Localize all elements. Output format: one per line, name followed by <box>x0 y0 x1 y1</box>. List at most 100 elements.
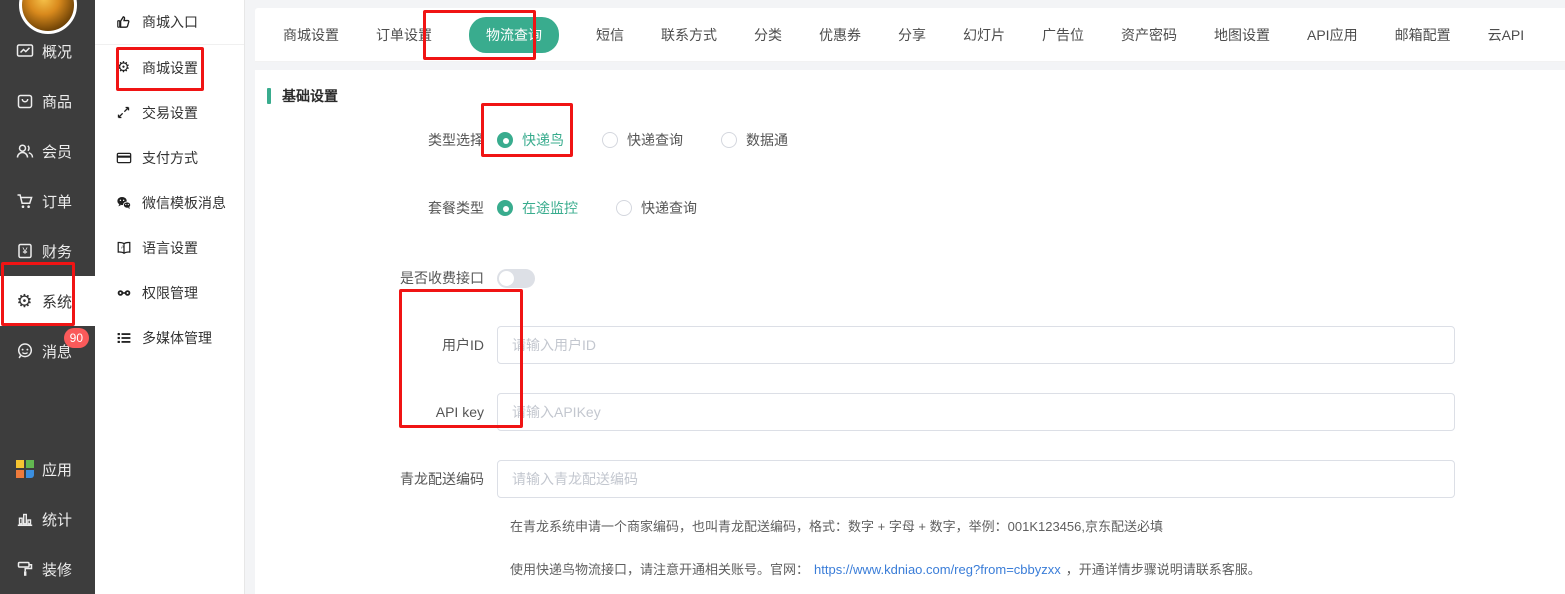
menu-item-mall-settings[interactable]: ⚙ 商城设置 <box>95 45 244 90</box>
tab-sms[interactable]: 短信 <box>596 25 624 45</box>
menu-item-permissions[interactable]: 权限管理 <box>95 270 244 315</box>
tab-coupon[interactable]: 优惠券 <box>819 25 861 45</box>
menu-item-wechat-template[interactable]: 微信模板消息 <box>95 180 244 225</box>
list-icon <box>115 329 132 346</box>
menu-item-trade-settings[interactable]: 交易设置 <box>95 90 244 135</box>
charge-toggle-row: 是否收费接口 <box>267 268 1565 288</box>
radio-unchecked-icon[interactable] <box>721 132 737 148</box>
type-select-label: 类型选择 <box>267 130 497 150</box>
sidebar-item-goods[interactable]: 商品 <box>0 76 95 126</box>
arrows-icon <box>115 104 132 121</box>
tab-order-settings[interactable]: 订单设置 <box>376 25 432 45</box>
menu-item-media[interactable]: 多媒体管理 <box>95 315 244 360</box>
kdniao-help-prefix: 使用快递鸟物流接口，请注意开通相关账号。官网： <box>510 562 809 577</box>
radio-option-in-transit[interactable]: 在途监控 <box>497 198 578 218</box>
tab-share[interactable]: 分享 <box>898 25 926 45</box>
sidebar-item-members[interactable]: 会员 <box>0 126 95 176</box>
type-select-options: 快递鸟 快递查询 数据通 <box>497 130 788 150</box>
radio-unchecked-icon[interactable] <box>602 132 618 148</box>
toggle-knob <box>499 271 514 286</box>
members-icon <box>15 142 34 161</box>
sidebar-spacer <box>0 376 95 444</box>
message-count-badge: 90 <box>64 328 89 348</box>
main-area: 商城设置 订单设置 物流查询 短信 联系方式 分类 优惠券 分享 幻灯片 广告位… <box>245 0 1565 594</box>
avatar-block <box>0 0 95 26</box>
qinglong-code-label: 青龙配送编码 <box>267 469 497 489</box>
menu-item-payment-methods[interactable]: 支付方式 <box>95 135 244 180</box>
menu-item-label: 语言设置 <box>142 238 198 258</box>
tab-category[interactable]: 分类 <box>754 25 782 45</box>
menu-item-mall-entrance[interactable]: 商城入口 <box>95 0 244 45</box>
sidebar-item-label: 财务 <box>42 241 72 262</box>
api-key-input[interactable] <box>497 393 1455 431</box>
menu-item-label: 商城入口 <box>142 12 198 32</box>
sidebar-item-label: 概况 <box>42 41 72 62</box>
package-type-label: 套餐类型 <box>267 198 497 218</box>
radio-option-label: 快递查询 <box>627 130 683 150</box>
sidebar-item-finance[interactable]: ¥ 财务 <box>0 226 95 276</box>
secondary-sidebar: 商城入口 ⚙ 商城设置 交易设置 支付方式 微信模板消息 A <box>95 0 245 594</box>
radio-option-express-query2[interactable]: 快递查询 <box>616 198 697 218</box>
radio-option-express-query[interactable]: 快递查询 <box>602 130 683 150</box>
user-id-row: 用户ID <box>267 326 1565 364</box>
finance-icon: ¥ <box>15 242 34 261</box>
tab-map-settings[interactable]: 地图设置 <box>1214 25 1270 45</box>
radio-unchecked-icon[interactable] <box>616 200 632 216</box>
user-id-input[interactable] <box>497 326 1455 364</box>
radio-option-label: 快递查询 <box>641 198 697 218</box>
radio-checked-icon[interactable] <box>497 200 513 216</box>
sidebar-item-system[interactable]: ⚙ 系统 <box>0 276 95 326</box>
sidebar-item-overview[interactable]: 概况 <box>0 26 95 76</box>
logistics-form: 类型选择 快递鸟 快递查询 数据通 <box>267 130 1565 578</box>
bar-chart-icon <box>15 510 34 529</box>
menu-item-label: 交易设置 <box>142 103 198 123</box>
sidebar-item-label: 装修 <box>42 559 72 580</box>
radio-checked-icon[interactable] <box>497 132 513 148</box>
qinglong-help-text: 在青龙系统申请一个商家编码，也叫青龙配送编码，格式：数字 + 字母 + 数字，举… <box>510 516 1565 535</box>
qinglong-code-input[interactable] <box>497 460 1455 498</box>
sidebar-item-apps[interactable]: 应用 <box>0 444 95 494</box>
sidebar-item-label: 统计 <box>42 509 72 530</box>
sidebar-item-stats[interactable]: 统计 <box>0 494 95 544</box>
tab-logistics-query[interactable]: 物流查询 <box>469 17 559 53</box>
orders-icon <box>15 192 34 211</box>
user-id-label: 用户ID <box>267 335 497 355</box>
section-title-accent-bar <box>267 88 271 104</box>
charge-toggle-label: 是否收费接口 <box>267 268 497 288</box>
settings-panel: 基础设置 类型选择 快递鸟 快递查询 <box>255 70 1565 594</box>
radio-option-kdniao[interactable]: 快递鸟 <box>497 130 564 150</box>
charge-toggle-switch[interactable] <box>497 269 535 288</box>
settings-tab-bar: 商城设置 订单设置 物流查询 短信 联系方式 分类 优惠券 分享 幻灯片 广告位… <box>255 8 1565 62</box>
tab-email-config[interactable]: 邮箱配置 <box>1395 25 1451 45</box>
gear-icon: ⚙ <box>115 59 132 76</box>
sidebar-item-messages[interactable]: 90 消息 <box>0 326 95 376</box>
kdniao-register-link[interactable]: https://www.kdniao.com/reg?from=cbbyzxx <box>809 562 1066 577</box>
kdniao-help-suffix: ，开通详情步骤说明请联系客服。 <box>1066 562 1261 577</box>
tab-shop-settings[interactable]: 商城设置 <box>283 25 339 45</box>
radio-option-shujutong[interactable]: 数据通 <box>721 130 788 150</box>
tab-cloud-api[interactable]: 云API <box>1488 25 1525 45</box>
menu-item-label: 权限管理 <box>142 283 198 303</box>
thumb-up-icon <box>115 14 132 31</box>
tab-api-app[interactable]: API应用 <box>1307 25 1358 45</box>
tab-slideshow[interactable]: 幻灯片 <box>963 25 1005 45</box>
menu-item-language-settings[interactable]: A 语言设置 <box>95 225 244 270</box>
sidebar-item-label: 商品 <box>42 91 72 112</box>
tab-ad-slot[interactable]: 广告位 <box>1042 25 1084 45</box>
svg-text:¥: ¥ <box>21 246 28 256</box>
qinglong-code-row: 青龙配送编码 <box>267 460 1565 498</box>
key-icon <box>115 284 132 301</box>
wechat-icon <box>115 194 132 211</box>
kdniao-help-text: 使用快递鸟物流接口，请注意开通相关账号。官网：https://www.kdnia… <box>510 559 1565 578</box>
section-title-text: 基础设置 <box>282 86 338 106</box>
apps-icon <box>15 460 34 479</box>
messages-icon <box>15 342 34 361</box>
sidebar-item-orders[interactable]: 订单 <box>0 176 95 226</box>
tab-contact[interactable]: 联系方式 <box>661 25 717 45</box>
sidebar-item-decoration[interactable]: 装修 <box>0 544 95 594</box>
radio-option-label: 数据通 <box>746 130 788 150</box>
tab-asset-password[interactable]: 资产密码 <box>1121 25 1177 45</box>
app-window: 概况 商品 会员 订单 ¥ 财务 ⚙ <box>0 0 1565 594</box>
gear-icon: ⚙ <box>15 292 34 311</box>
type-select-row: 类型选择 快递鸟 快递查询 数据通 <box>267 130 1565 150</box>
